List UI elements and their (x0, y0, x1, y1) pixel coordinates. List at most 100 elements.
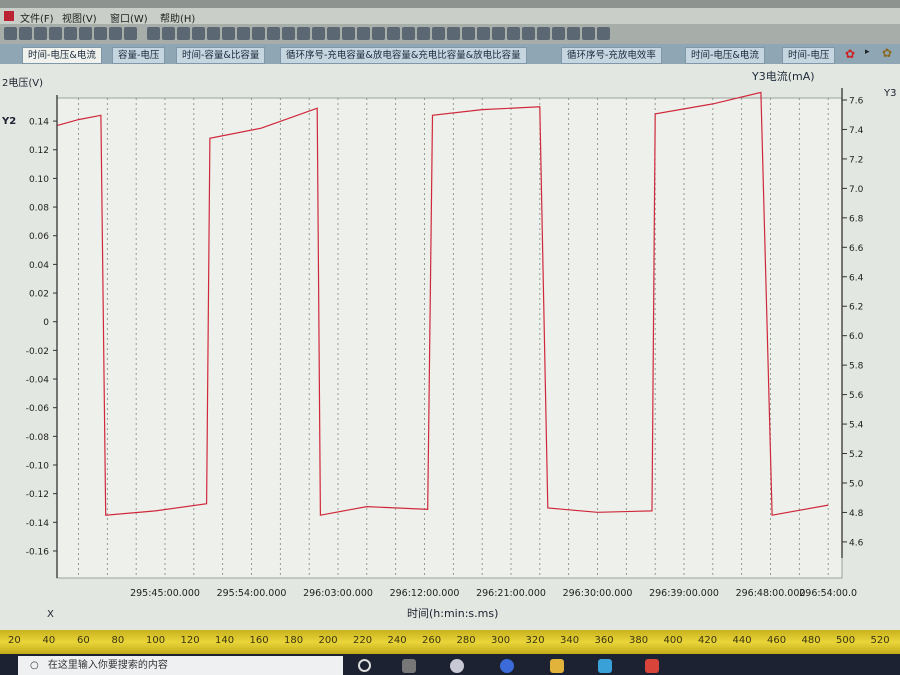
ruler-mark: 60 (77, 635, 90, 646)
left-axis-tick-label: 0.06 (29, 232, 49, 242)
task-view-icon[interactable] (402, 659, 416, 673)
toolbar-button[interactable] (49, 27, 62, 40)
toolbar-button[interactable] (312, 27, 325, 40)
toolbar-button[interactable] (477, 27, 490, 40)
toolbar-button[interactable] (387, 27, 400, 40)
toolbar-button[interactable] (297, 27, 310, 40)
scroll-tabs-right-icon[interactable]: ▸ (865, 47, 870, 57)
left-axis-tick-label: -0.04 (26, 376, 50, 386)
toolbar-button[interactable] (19, 27, 32, 40)
toolbar-button[interactable] (124, 27, 137, 40)
ruler-mark: 140 (215, 635, 235, 646)
toolbar-button[interactable] (4, 27, 17, 40)
ruler-mark: 80 (111, 635, 125, 646)
x-axis-tick-label: 296:03:00.000 (303, 588, 373, 599)
close-tab-icon[interactable]: ✿ (845, 47, 855, 61)
left-axis-tick-label: -0.12 (26, 490, 49, 500)
toolbar-button[interactable] (582, 27, 595, 40)
right-axis-tick-label: 4.8 (849, 509, 864, 519)
left-axis-tick-label: 0.04 (29, 261, 49, 271)
left-axis-tick-label: -0.16 (26, 547, 50, 557)
toolbar-button[interactable] (492, 27, 505, 40)
toolbar-button[interactable] (192, 27, 205, 40)
right-axis-tick-label: 7.2 (849, 155, 863, 165)
menu-view[interactable]: 视图(V) (62, 10, 97, 25)
toolbar-button[interactable] (462, 27, 475, 40)
x-axis-tick-label: 296:30:00.000 (563, 588, 633, 599)
tab-cycle-capacity[interactable]: 循环序号-充电容量&放电容量&充电比容量&放电比容量 (280, 47, 527, 64)
app-icon-1[interactable] (450, 659, 464, 673)
browser-icon[interactable] (500, 659, 514, 673)
toolbar-button[interactable] (64, 27, 77, 40)
toolbar-button[interactable] (252, 27, 265, 40)
right-axis-tick-label: 6.0 (849, 332, 864, 342)
ruler-mark: 420 (698, 635, 718, 646)
x-axis-title: 时间(h:min:s.ms) (407, 607, 498, 620)
ruler-mark: 320 (525, 635, 545, 646)
toolbar-button[interactable] (507, 27, 520, 40)
right-axis-tick-label: 4.6 (849, 538, 864, 548)
toolbar-button[interactable] (222, 27, 235, 40)
toolbar-button[interactable] (94, 27, 107, 40)
toolbar-button[interactable] (267, 27, 280, 40)
toolbar-button[interactable] (207, 27, 220, 40)
right-axis-tick-label: 6.2 (849, 303, 863, 313)
toolbar-button[interactable] (327, 27, 340, 40)
tab-cycle-efficiency[interactable]: 循环序号-充放电效率 (561, 47, 662, 64)
app-icon-2[interactable] (598, 659, 612, 673)
ruler-mark: 180 (284, 635, 304, 646)
tab-time-voltage[interactable]: 时间-电压 (782, 47, 836, 64)
toolbar-button[interactable] (597, 27, 610, 40)
chart: 0.14 0.12 0.10 0.08 0.06 0.04 0.02 0 -0.02 -0.04 -… (0, 64, 900, 630)
tab-time-voltage-current[interactable]: 时间-电压&电流 (22, 47, 102, 64)
toolbar-button[interactable] (282, 27, 295, 40)
x-axis-tick-label: 295:45:00.000 (130, 588, 200, 599)
tab-time-voltage-current-2[interactable]: 时间-电压&电流 (685, 47, 765, 64)
ruler-mark: 500 (836, 635, 856, 646)
menu-window[interactable]: 窗口(W) (110, 10, 148, 25)
x-axis-tick-label: 296:39:00.000 (649, 588, 719, 599)
left-axis-tick-label: 0.02 (29, 290, 49, 300)
ruler-mark: 360 (594, 635, 614, 646)
settings-icon[interactable]: ✿ (882, 46, 892, 60)
menu-file[interactable]: 文件(F) (20, 10, 54, 25)
toolbar-button[interactable] (537, 27, 550, 40)
toolbar-button[interactable] (34, 27, 47, 40)
taskbar-search-box[interactable]: ○ 在这里输入你要搜索的内容 (18, 656, 343, 675)
cortana-icon[interactable] (358, 659, 371, 672)
menu-help[interactable]: 帮助(H) (160, 10, 195, 25)
ruler-mark: 340 (560, 635, 580, 646)
tab-time-capacity[interactable]: 时间-容量&比容量 (176, 47, 266, 64)
x-axis-tick-label: 296:21:00.000 (476, 588, 546, 599)
toolbar-button[interactable] (237, 27, 250, 40)
toolbar-button[interactable] (177, 27, 190, 40)
chart-tabs: 时间-电压&电流 容量-电压 时间-容量&比容量 循环序号-充电容量&放电容量&… (0, 44, 900, 64)
toolbar-button[interactable] (372, 27, 385, 40)
ruler: 20 40 60 80 100 120 140 160 180 200 220 240 260 280 30… (0, 630, 900, 654)
ruler-mark: 400 (663, 635, 683, 646)
toolbar-button[interactable] (79, 27, 92, 40)
left-axis-tick-label: 0.08 (29, 204, 49, 214)
toolbar-button[interactable] (432, 27, 445, 40)
toolbar-button[interactable] (342, 27, 355, 40)
search-placeholder: 在这里输入你要搜索的内容 (47, 660, 168, 671)
ruler-mark: 380 (629, 635, 649, 646)
toolbar-button[interactable] (109, 27, 122, 40)
file-explorer-icon[interactable] (550, 659, 564, 673)
toolbar-button[interactable] (402, 27, 415, 40)
toolbar-button[interactable] (567, 27, 580, 40)
toolbar-button[interactable] (357, 27, 370, 40)
toolbar-button[interactable] (522, 27, 535, 40)
battery-tester-app-icon[interactable] (645, 659, 659, 673)
toolbar-button[interactable] (162, 27, 175, 40)
toolbar-button[interactable] (552, 27, 565, 40)
toolbar-button[interactable] (447, 27, 460, 40)
tab-capacity-voltage[interactable]: 容量-电压 (112, 47, 166, 64)
taskbar: ○ 在这里输入你要搜索的内容 (0, 654, 900, 675)
right-axis-tick-label: 6.8 (849, 214, 864, 224)
toolbar-button[interactable] (147, 27, 160, 40)
toolbar-button[interactable] (417, 27, 430, 40)
ruler-mark: 20 (8, 635, 21, 646)
menu-bar: 文件(F) 视图(V) 窗口(W) 帮助(H) (0, 8, 900, 25)
right-axis-tick-label: 5.2 (849, 450, 863, 460)
